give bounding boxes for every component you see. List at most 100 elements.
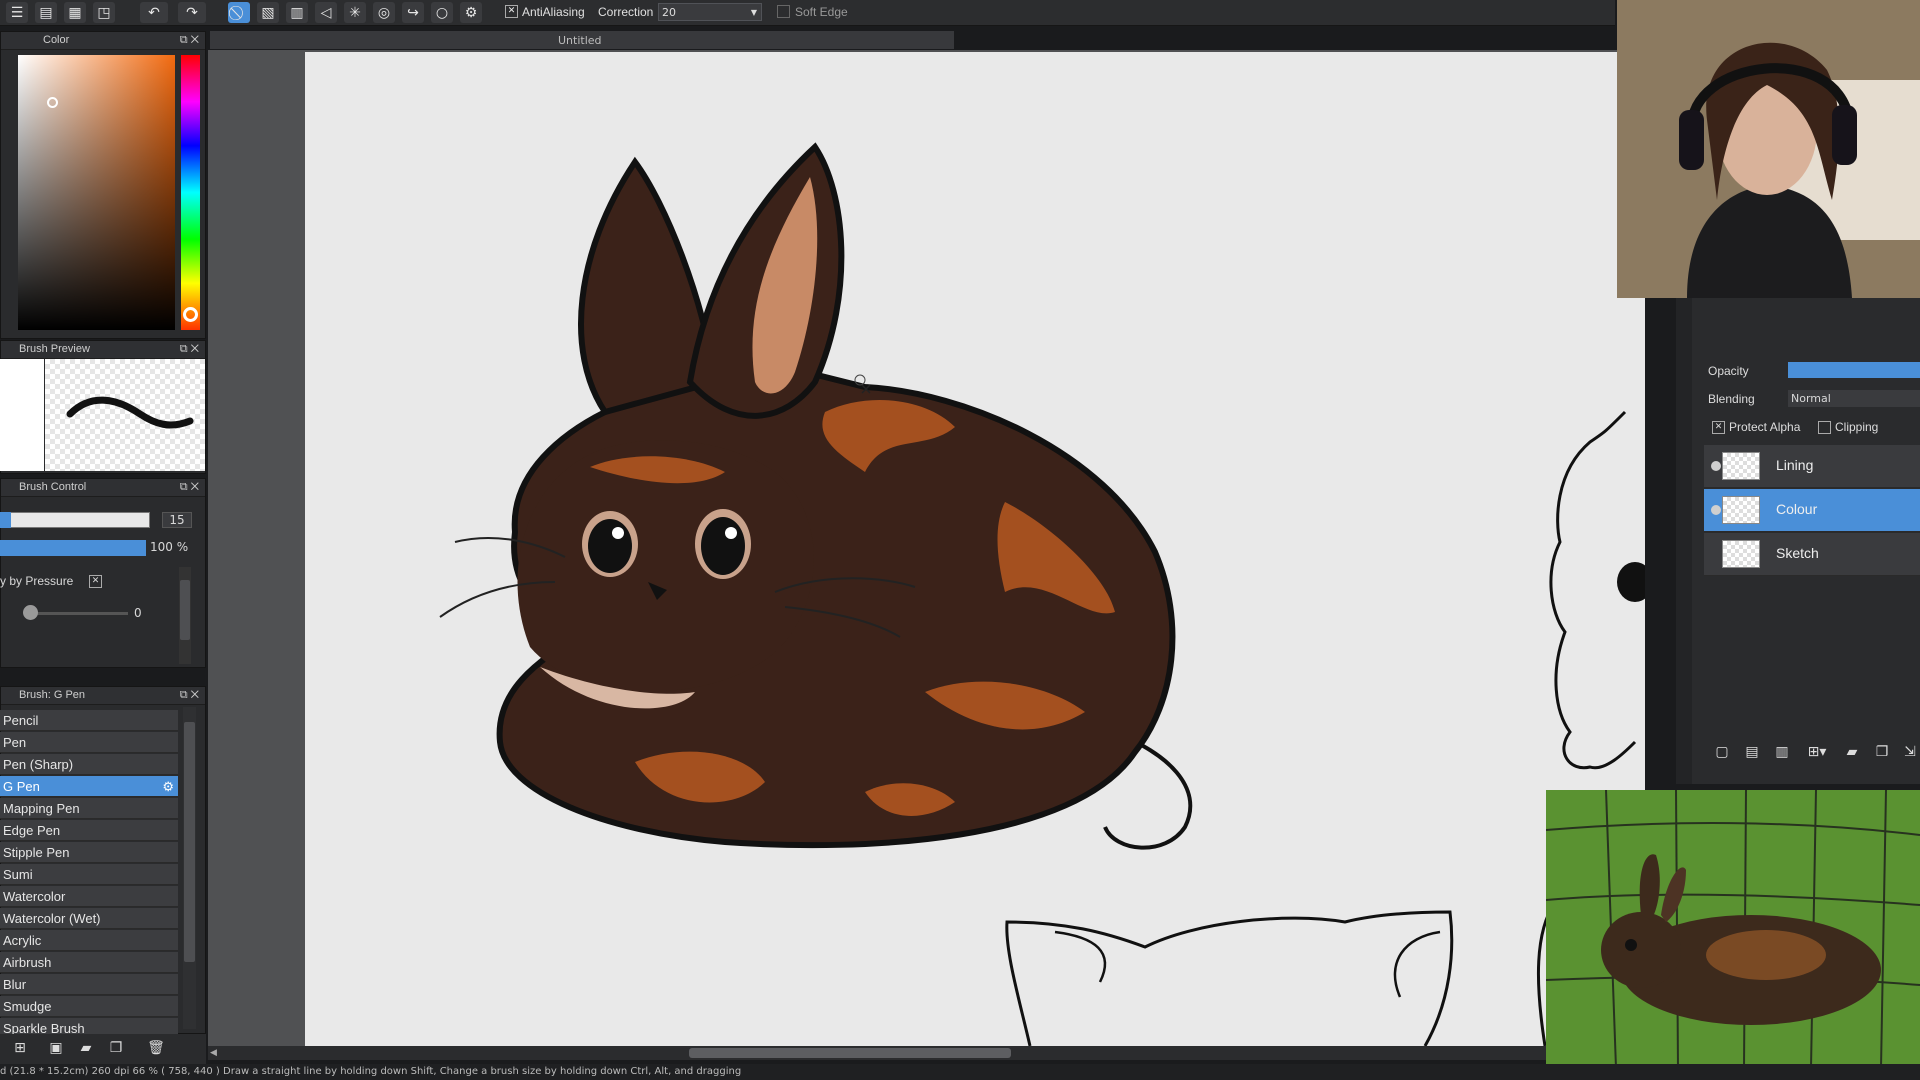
- ellipse-snap-icon[interactable]: ○: [431, 2, 453, 23]
- brush-control-header: Brush Control ⧉ ✕: [1, 479, 205, 497]
- webcam-image: [1617, 0, 1920, 298]
- layer-thumbnail: [1722, 452, 1760, 480]
- layer-row[interactable]: Sketch: [1704, 533, 1920, 576]
- layer-add-menu-icon[interactable]: ⊞▾: [1802, 744, 1832, 764]
- layer-folder-icon[interactable]: ▰: [1842, 744, 1862, 764]
- brush-list-toolbar: [0, 1034, 206, 1064]
- min-size-slider[interactable]: [28, 612, 128, 615]
- redo-icon[interactable]: ↷: [178, 2, 206, 23]
- brush-list-item[interactable]: Pen (Sharp): [0, 754, 178, 775]
- perspective-snap-icon[interactable]: ◁: [315, 2, 337, 23]
- brush-opacity-slider[interactable]: [0, 540, 146, 556]
- reference-photo-image: [1546, 790, 1920, 1068]
- brush-list-item[interactable]: Pen: [0, 732, 178, 753]
- hue-slider[interactable]: [181, 55, 200, 330]
- protect-alpha-label: Protect Alpha: [1729, 420, 1801, 434]
- duplicate-icon[interactable]: ❐: [106, 1040, 126, 1058]
- new-8bit-layer-icon[interactable]: ▥: [1772, 744, 1792, 764]
- brush-list-item[interactable]: Watercolor (Wet): [0, 908, 178, 929]
- chevron-down-icon: ▼: [750, 8, 757, 17]
- brush-list-item[interactable]: G Pen ⚙: [0, 776, 178, 797]
- layer-row[interactable]: Colour: [1704, 489, 1920, 532]
- layer-thumbnail: [1722, 496, 1760, 524]
- brush-preview-header: Brush Preview ⧉ ✕: [1, 341, 205, 359]
- panel-controls-icon[interactable]: ⧉ ✕: [180, 687, 199, 704]
- min-size-slider-handle[interactable]: [23, 605, 38, 620]
- cat-outline: [1005, 910, 1454, 1046]
- new-layer-icon[interactable]: ▢: [1712, 744, 1732, 764]
- brush-control-scroll-thumb[interactable]: [180, 580, 190, 640]
- brush-stroke-icon: [66, 396, 194, 429]
- brush-list-item[interactable]: Acrylic: [0, 930, 178, 951]
- left-eye-highlight: [612, 527, 624, 539]
- cat-ear-inner: [1054, 930, 1107, 983]
- grid-snap-icon[interactable]: ▥: [286, 2, 308, 23]
- canvas-size-icon[interactable]: ◳: [93, 2, 115, 23]
- brush-list-item[interactable]: Smudge: [0, 996, 178, 1017]
- clipping-checkbox[interactable]: [1818, 421, 1831, 434]
- hue-slider-handle[interactable]: [183, 307, 198, 322]
- brush-preview-swatch: [0, 359, 44, 471]
- layer-name: Lining: [1776, 457, 1814, 473]
- correction-select[interactable]: 20 ▼: [658, 3, 762, 21]
- artwork-canvas[interactable]: [305, 52, 1645, 1046]
- brush-preview-title: Brush Preview: [19, 343, 90, 355]
- select-all-icon[interactable]: ▧: [257, 2, 279, 23]
- layer-row[interactable]: Lining: [1704, 445, 1920, 488]
- brush-settings-icon[interactable]: ▣: [46, 1040, 66, 1058]
- folder-icon[interactable]: ▰: [76, 1040, 96, 1058]
- brush-size-value[interactable]: 15: [162, 512, 192, 528]
- merge-layer-icon[interactable]: ⇲: [1900, 744, 1920, 764]
- undo-icon[interactable]: ↶: [140, 2, 168, 23]
- pressure-checkbox[interactable]: ✕: [89, 575, 102, 588]
- brush-list-item[interactable]: Airbrush: [0, 952, 178, 973]
- select-off-icon[interactable]: ⃠: [228, 2, 250, 23]
- new-halftone-layer-icon[interactable]: ▤: [1742, 744, 1762, 764]
- brush-settings-gear-icon[interactable]: ⚙: [162, 776, 174, 797]
- panel-controls-icon[interactable]: ⧉ ✕: [180, 341, 199, 358]
- brush-list-item[interactable]: Watercolor: [0, 886, 178, 907]
- brush-list-item[interactable]: Edge Pen: [0, 820, 178, 841]
- brush-list-item[interactable]: Sumi: [0, 864, 178, 885]
- add-brush-icon[interactable]: ⊞: [10, 1040, 30, 1058]
- grid-icon[interactable]: ▦: [64, 2, 86, 23]
- correction-value: 20: [662, 6, 676, 19]
- trash-icon[interactable]: 🗑: [146, 1040, 166, 1058]
- circle-snap-icon[interactable]: ◎: [373, 2, 395, 23]
- menu-icon[interactable]: ☰: [6, 2, 28, 23]
- layer-opacity-slider[interactable]: [1788, 362, 1920, 378]
- layer-opacity-label: Opacity: [1708, 364, 1749, 378]
- brush-size-fill: [0, 512, 11, 528]
- brush-opacity-value: 100 %: [150, 540, 189, 554]
- brush-size-slider[interactable]: [0, 512, 150, 528]
- panel-controls-icon[interactable]: ⧉ ✕: [180, 32, 199, 49]
- brush-list-item[interactable]: Pencil: [0, 710, 178, 731]
- saturation-value-picker[interactable]: [18, 55, 175, 330]
- curve-snap-icon[interactable]: ↪: [402, 2, 424, 23]
- horizontal-scroll-thumb[interactable]: [689, 1048, 1011, 1058]
- brush-list-item[interactable]: Mapping Pen: [0, 798, 178, 819]
- protect-alpha-checkbox[interactable]: ✕: [1712, 421, 1725, 434]
- brush-list-scroll-thumb[interactable]: [184, 722, 195, 962]
- pressure-label: y by Pressure: [0, 574, 74, 588]
- duplicate-layer-icon[interactable]: ❐: [1872, 744, 1892, 764]
- brush-list-item[interactable]: Stipple Pen: [0, 842, 178, 863]
- blending-label: Blending: [1708, 392, 1755, 406]
- radial-snap-icon[interactable]: ✳: [344, 2, 366, 23]
- layer-name: Sketch: [1776, 545, 1819, 561]
- new-file-icon[interactable]: ▤: [35, 2, 57, 23]
- layer-visibility-icon[interactable]: [1711, 461, 1721, 471]
- canvas-title: Untitled: [558, 34, 602, 47]
- scroll-left-icon[interactable]: ◀: [210, 1048, 217, 1058]
- panel-controls-icon[interactable]: ⧉ ✕: [180, 479, 199, 496]
- snap-settings-icon[interactable]: ⚙: [460, 2, 482, 23]
- soft-edge-checkbox[interactable]: [777, 5, 790, 18]
- webcam-overlay: [1617, 0, 1920, 298]
- brush-list-item[interactable]: Blur: [0, 974, 178, 995]
- layer-visibility-icon[interactable]: [1711, 505, 1721, 515]
- blending-select[interactable]: Normal: [1788, 390, 1920, 407]
- color-panel-header: Color ⧉ ✕: [1, 32, 205, 50]
- color-picker-cursor[interactable]: [47, 97, 58, 108]
- layer-thumbnail: [1722, 540, 1760, 568]
- antialiasing-checkbox[interactable]: ✕: [505, 5, 518, 18]
